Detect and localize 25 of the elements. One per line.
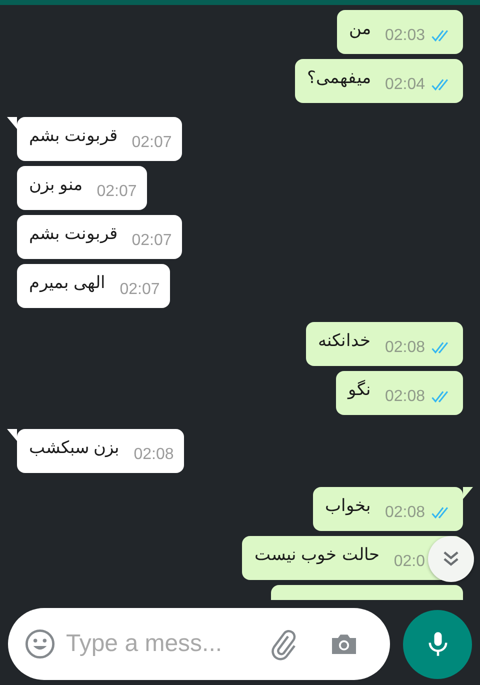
smiley-icon — [24, 628, 56, 660]
message-text: الهی بمیرم — [29, 272, 106, 292]
message-text: بزن سبکشب — [29, 436, 120, 458]
message-time: 02:07 — [132, 232, 172, 250]
message-time: 02:08 — [134, 446, 174, 464]
message-time: 02:07 — [96, 183, 137, 201]
message-text: من — [348, 18, 371, 38]
message-input-field[interactable]: Type a mess... — [66, 630, 256, 658]
message-text: قربونت بشم — [29, 124, 118, 146]
message-time: 02:03 — [384, 27, 425, 45]
message-text: نگو — [348, 378, 371, 400]
message-text: حالت خوب نیست — [254, 544, 380, 564]
message-time: 02:07 — [120, 281, 160, 299]
message-text: بخواب — [324, 494, 371, 516]
message-time: 02:08 — [384, 388, 425, 406]
message-text: میفهمی؟ — [306, 66, 371, 88]
message-time: 02:08 — [384, 339, 425, 357]
message-text: خدانکنه — [318, 330, 371, 350]
message-text: قربونت بشم — [29, 222, 118, 244]
message-time: 02:08 — [384, 504, 425, 522]
message-text: منو بزن — [29, 174, 83, 194]
message-time: 02:0 — [394, 553, 425, 571]
scroll-down-button[interactable] — [428, 536, 474, 582]
message-time: 02:04 — [384, 76, 425, 94]
message-time: 02:07 — [132, 134, 172, 152]
